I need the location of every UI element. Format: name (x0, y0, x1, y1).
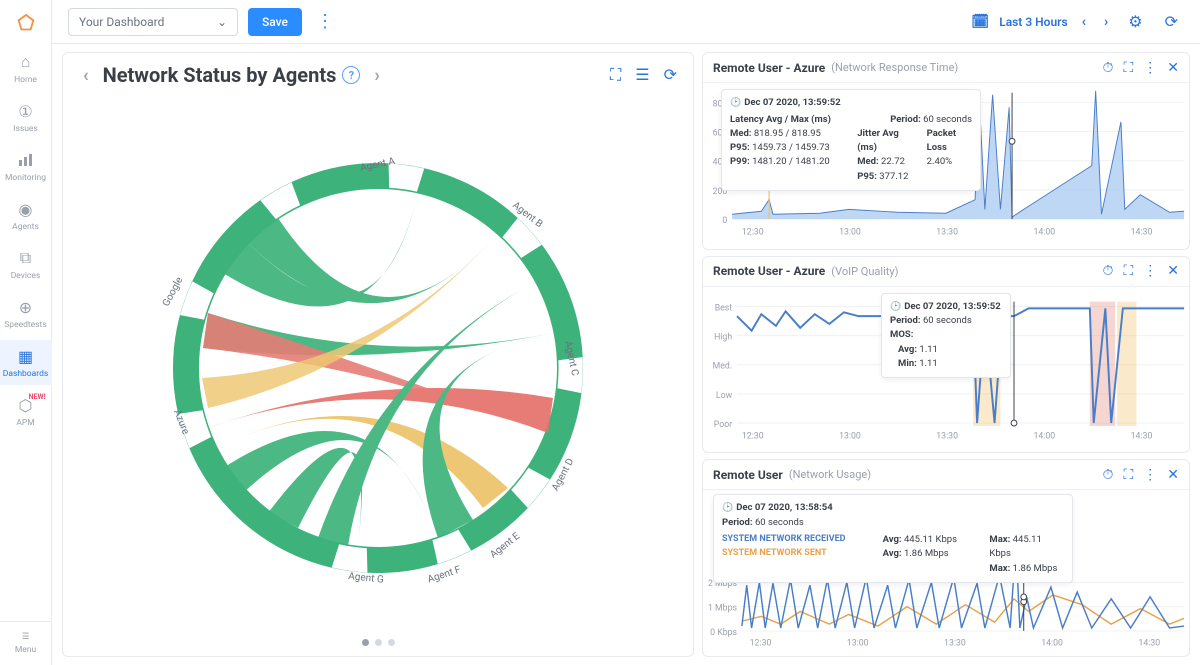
rail-speedtests[interactable]: ⊕Speedtests (0, 291, 52, 336)
chord-panel: ‹ Network Status by Agents ? › ⛶ ☰ ⟳ (62, 52, 694, 657)
time-range[interactable]: 🗓 Last 3 Hours ‹ › (971, 14, 1112, 30)
expand-icon[interactable]: ⛶ (1123, 467, 1133, 483)
speedtest-icon: ⊕ (16, 297, 36, 317)
filter-icon[interactable]: ☰ (635, 65, 649, 85)
time-prev-icon[interactable]: ‹ (1078, 14, 1090, 30)
svg-text:13:30: 13:30 (936, 431, 958, 441)
time-next-icon[interactable]: › (1100, 14, 1112, 30)
home-icon: ⌂ (16, 52, 36, 72)
svg-text:Google: Google (161, 275, 186, 308)
more-icon[interactable]: ⋮ (312, 11, 338, 32)
svg-text:13:30: 13:30 (944, 639, 966, 649)
tooltip: 🕑Dec 07 2020, 13:58:54 Period: 60 second… (713, 494, 1073, 583)
issues-icon: ① (16, 101, 36, 121)
pager-dot-3[interactable] (388, 639, 395, 646)
rail-monitoring[interactable]: Monitoring (0, 144, 52, 189)
svg-text:Poor: Poor (714, 420, 732, 430)
calendar-icon: 🗓 (971, 14, 989, 30)
chord-diagram: Google Agent A Agent B Agent C Agent D A… (63, 97, 693, 639)
clock-icon: 🕑 (890, 302, 901, 312)
rail-devices[interactable]: ⧉Devices (0, 242, 52, 287)
more-icon[interactable]: ⋮ (1143, 263, 1157, 279)
monitoring-icon (16, 150, 36, 170)
svg-text:14:00: 14:00 (1041, 639, 1063, 649)
more-icon[interactable]: ⋮ (1143, 467, 1157, 483)
panel-next-icon[interactable]: › (370, 65, 383, 86)
close-icon[interactable]: ✕ (1167, 60, 1179, 76)
topbar: Your Dashboard ⌄ Save ⋮ 🗓 Last 3 Hours ‹… (52, 0, 1200, 44)
svg-text:13:00: 13:00 (839, 228, 861, 238)
tooltip: 🕑Dec 07 2020, 13:59:52 Period: 60 second… (881, 293, 1011, 379)
chart-usage: Remote User (Network Usage) ⏱ ⛶ ⋮ ✕ (702, 459, 1190, 657)
chart-voip: Remote User - Azure (VoIP Quality) ⏱ ⛶ ⋮… (702, 256, 1190, 454)
menu-icon: ☰ (22, 632, 30, 642)
svg-text:14:00: 14:00 (1033, 228, 1055, 238)
svg-text:0 Kbps: 0 Kbps (710, 628, 737, 638)
devices-icon: ⧉ (16, 248, 36, 268)
svg-text:14:30: 14:30 (1131, 431, 1153, 441)
svg-text:High: High (714, 332, 732, 342)
expand-icon[interactable]: ⛶ (1123, 263, 1133, 279)
pager-dot-1[interactable] (362, 639, 369, 646)
svg-text:14:30: 14:30 (1131, 228, 1153, 238)
more-icon[interactable]: ⋮ (1143, 60, 1157, 76)
svg-text:Best: Best (715, 303, 733, 313)
rail-issues[interactable]: ①Issues (0, 95, 52, 140)
panel-title: Network Status by Agents ? (103, 63, 361, 87)
svg-text:14:00: 14:00 (1033, 431, 1055, 441)
dashboard-select[interactable]: Your Dashboard ⌄ (68, 8, 238, 36)
tooltip: 🕑Dec 07 2020, 13:59:52 Latency Avg / Max… (721, 89, 981, 191)
reload-icon[interactable]: ⟳ (664, 65, 677, 85)
app-logo (14, 12, 38, 36)
rail-dashboards[interactable]: ▦Dashboards (0, 340, 52, 385)
svg-text:14:30: 14:30 (1138, 639, 1160, 649)
svg-text:Agent F: Agent F (426, 564, 462, 585)
svg-text:1 Mbps: 1 Mbps (708, 604, 738, 614)
save-button[interactable]: Save (248, 8, 302, 36)
refresh-icon[interactable]: ⟳ (1159, 12, 1184, 31)
svg-text:13:00: 13:00 (847, 639, 869, 649)
side-rail: ⌂Home ①Issues Monitoring ◉Agents ⧉Device… (0, 0, 52, 665)
settings-icon[interactable]: ⚙ (1122, 12, 1148, 31)
svg-text:Low: Low (716, 390, 733, 400)
close-icon[interactable]: ✕ (1167, 263, 1179, 279)
stopwatch-icon[interactable]: ⏱ (1103, 60, 1114, 76)
agents-icon: ◉ (16, 199, 36, 219)
rail-apm[interactable]: NEW!⬡APM (0, 389, 52, 434)
rail-menu[interactable]: ☰Menu (0, 621, 52, 665)
clock-icon: 🕑 (730, 98, 741, 108)
svg-text:12:30: 12:30 (742, 228, 764, 238)
clock-icon: 🕑 (722, 503, 733, 513)
chart-response-time: Remote User - Azure (Network Response Ti… (702, 52, 1190, 250)
svg-text:Agent G: Agent G (348, 571, 385, 586)
close-icon[interactable]: ✕ (1167, 467, 1179, 483)
expand-icon[interactable]: ⛶ (610, 65, 621, 85)
svg-text:12:30: 12:30 (742, 431, 764, 441)
chevron-down-icon: ⌄ (217, 15, 227, 29)
panel-prev-icon[interactable]: ‹ (79, 65, 93, 86)
stopwatch-icon[interactable]: ⏱ (1103, 263, 1114, 279)
stopwatch-icon[interactable]: ⏱ (1103, 467, 1114, 483)
svg-text:Med.: Med. (713, 361, 733, 371)
expand-icon[interactable]: ⛶ (1123, 60, 1133, 76)
rail-agents[interactable]: ◉Agents (0, 193, 52, 238)
rail-home[interactable]: ⌂Home (0, 46, 52, 91)
svg-text:13:00: 13:00 (839, 431, 861, 441)
dashboards-icon: ▦ (16, 346, 36, 366)
svg-text:0: 0 (722, 216, 727, 226)
pager-dot-2[interactable] (375, 639, 382, 646)
svg-text:12:30: 12:30 (750, 639, 772, 649)
help-icon[interactable]: ? (342, 66, 360, 84)
pager-dots[interactable] (63, 639, 693, 656)
svg-text:13:30: 13:30 (936, 228, 958, 238)
